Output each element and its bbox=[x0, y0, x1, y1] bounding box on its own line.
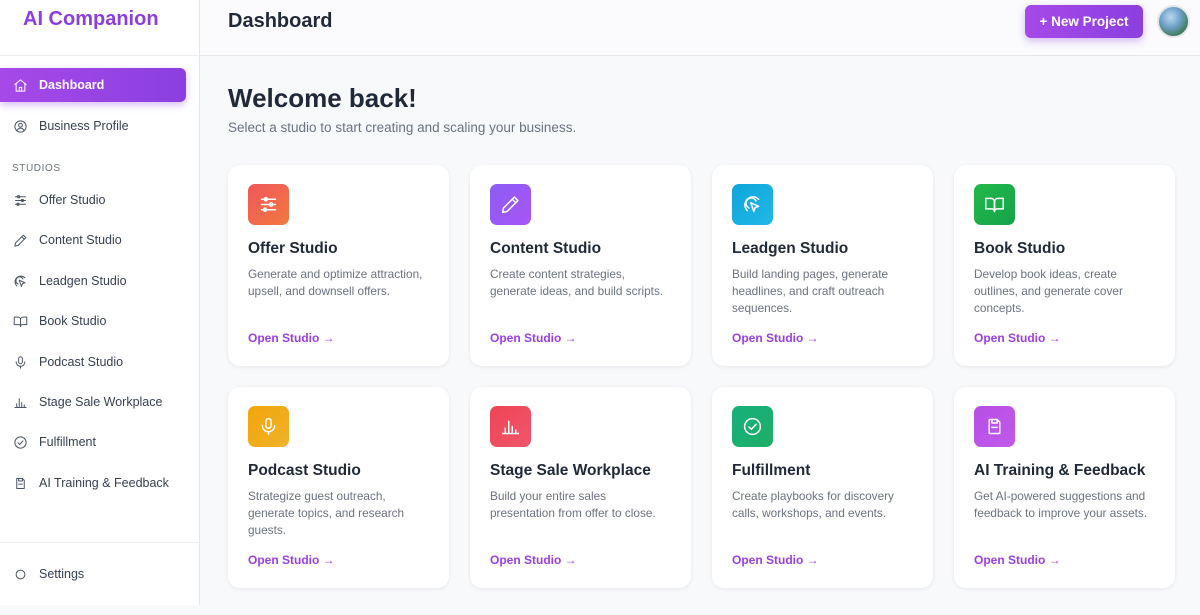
studios-section-label: STUDIOS bbox=[12, 163, 61, 174]
podium-icon bbox=[12, 394, 28, 410]
card-description: Generate and optimize attraction, upsell… bbox=[248, 267, 423, 298]
studio-card-content[interactable]: Content Studio Create content strategies… bbox=[470, 165, 691, 366]
sidebar: AI Companion Dashboard Business Profile … bbox=[0, 0, 200, 605]
studio-card-leadgen[interactable]: Leadgen Studio Build landing pages, gene… bbox=[712, 165, 933, 366]
card-icon-tile bbox=[490, 184, 531, 225]
studio-card-offer[interactable]: Offer Studio Generate and optimize attra… bbox=[228, 165, 449, 366]
sidebar-item-label: Stage Sale Workplace bbox=[39, 395, 163, 409]
sidebar-item-content-studio[interactable]: Content Studio bbox=[0, 223, 186, 257]
sidebar-item-label: Business Profile bbox=[39, 119, 129, 133]
open-studio-link[interactable]: Open Studio → bbox=[248, 331, 335, 345]
card-description: Build landing pages, generate headlines,… bbox=[732, 267, 889, 315]
sidebar-item-book-studio[interactable]: Book Studio bbox=[0, 304, 186, 338]
check-circle-icon bbox=[12, 434, 28, 450]
card-description: Create content strategies, generate idea… bbox=[490, 267, 664, 298]
sidebar-item-stage-sale-workplace[interactable]: Stage Sale Workplace bbox=[0, 385, 186, 419]
user-circle-icon bbox=[12, 118, 28, 134]
microphone-icon bbox=[258, 416, 279, 437]
pointer-icon bbox=[742, 194, 763, 215]
app-logo[interactable]: AI Companion bbox=[0, 0, 199, 56]
card-title: Fulfillment bbox=[732, 462, 811, 479]
sidebar-item-label: Fulfillment bbox=[39, 435, 96, 449]
open-studio-link[interactable]: Open Studio → bbox=[974, 553, 1061, 567]
podium-icon bbox=[500, 416, 521, 437]
sidebar-item-label: AI Training & Feedback bbox=[39, 476, 169, 490]
card-icon-tile bbox=[248, 406, 289, 447]
sidebar-item-label: Content Studio bbox=[39, 233, 122, 247]
open-studio-link[interactable]: Open Studio → bbox=[248, 553, 335, 567]
sidebar-item-label: Dashboard bbox=[39, 78, 105, 92]
card-title: Book Studio bbox=[974, 240, 1066, 257]
sidebar-item-podcast-studio[interactable]: Podcast Studio bbox=[0, 345, 186, 379]
settings-icon bbox=[12, 566, 28, 582]
card-icon-tile bbox=[732, 406, 773, 447]
card-description: Strategize guest outreach, generate topi… bbox=[248, 489, 405, 537]
sidebar-item-label: Settings bbox=[39, 567, 85, 581]
sidebar-footer: Settings bbox=[0, 542, 200, 605]
card-description: Create playbooks for discovery calls, wo… bbox=[732, 489, 894, 520]
book-icon bbox=[12, 313, 28, 329]
sidebar-item-leadgen-studio[interactable]: Leadgen Studio bbox=[0, 264, 186, 298]
card-title: AI Training & Feedback bbox=[974, 462, 1146, 479]
open-studio-link[interactable]: Open Studio → bbox=[490, 553, 577, 567]
top-header: Dashboard + New Project bbox=[200, 0, 1200, 56]
open-studio-link[interactable]: Open Studio → bbox=[974, 331, 1061, 345]
card-title: Offer Studio bbox=[248, 240, 338, 257]
card-description: Build your entire sales presentation fro… bbox=[490, 489, 656, 520]
sidebar-item-label: Leadgen Studio bbox=[39, 274, 127, 288]
new-project-button[interactable]: + New Project bbox=[1025, 5, 1143, 38]
card-icon-tile bbox=[490, 406, 531, 447]
pencil-icon bbox=[12, 232, 28, 248]
book-icon bbox=[984, 194, 1005, 215]
pointer-icon bbox=[12, 273, 28, 289]
page-title: Dashboard bbox=[228, 10, 333, 32]
avatar[interactable] bbox=[1157, 5, 1190, 38]
card-icon-tile bbox=[248, 184, 289, 225]
sidebar-item-offer-studio[interactable]: Offer Studio bbox=[0, 183, 186, 217]
studio-card-stage-sale[interactable]: Stage Sale Workplace Build your entire s… bbox=[470, 387, 691, 588]
card-title: Content Studio bbox=[490, 240, 602, 257]
sidebar-item-settings[interactable]: Settings bbox=[0, 557, 186, 591]
card-title: Podcast Studio bbox=[248, 462, 361, 479]
card-icon-tile bbox=[974, 406, 1015, 447]
card-title: Stage Sale Workplace bbox=[490, 462, 651, 479]
sliders-icon bbox=[12, 192, 28, 208]
clipboard-icon bbox=[12, 475, 28, 491]
sliders-icon bbox=[258, 194, 279, 215]
sidebar-item-business-profile[interactable]: Business Profile bbox=[0, 109, 186, 143]
microphone-icon bbox=[12, 354, 28, 370]
clipboard-icon bbox=[984, 416, 1005, 437]
card-icon-tile bbox=[732, 184, 773, 225]
sidebar-item-ai-training-feedback[interactable]: AI Training & Feedback bbox=[0, 466, 186, 500]
sidebar-item-label: Offer Studio bbox=[39, 193, 106, 207]
sidebar-item-fulfillment[interactable]: Fulfillment bbox=[0, 425, 186, 459]
studio-card-fulfillment[interactable]: Fulfillment Create playbooks for discove… bbox=[712, 387, 933, 588]
studio-card-ai-training[interactable]: AI Training & Feedback Get AI-powered su… bbox=[954, 387, 1175, 588]
pencil-icon bbox=[500, 194, 521, 215]
sidebar-item-label: Podcast Studio bbox=[39, 355, 124, 369]
check-circle-icon bbox=[742, 416, 763, 437]
card-description: Develop book ideas, create outlines, and… bbox=[974, 267, 1123, 315]
studio-card-podcast[interactable]: Podcast Studio Strategize guest outreach… bbox=[228, 387, 449, 588]
home-icon bbox=[12, 77, 28, 93]
open-studio-link[interactable]: Open Studio → bbox=[732, 331, 819, 345]
open-studio-link[interactable]: Open Studio → bbox=[490, 331, 577, 345]
studio-card-book[interactable]: Book Studio Develop book ideas, create o… bbox=[954, 165, 1175, 366]
card-description: Get AI-powered suggestions and feedback … bbox=[974, 489, 1148, 520]
welcome-heading: Welcome back! bbox=[228, 83, 417, 113]
sidebar-item-label: Book Studio bbox=[39, 314, 107, 328]
card-icon-tile bbox=[974, 184, 1015, 225]
open-studio-link[interactable]: Open Studio → bbox=[732, 553, 819, 567]
card-title: Leadgen Studio bbox=[732, 240, 849, 257]
welcome-subtitle: Select a studio to start creating and sc… bbox=[228, 120, 577, 135]
sidebar-item-dashboard[interactable]: Dashboard bbox=[0, 68, 186, 102]
